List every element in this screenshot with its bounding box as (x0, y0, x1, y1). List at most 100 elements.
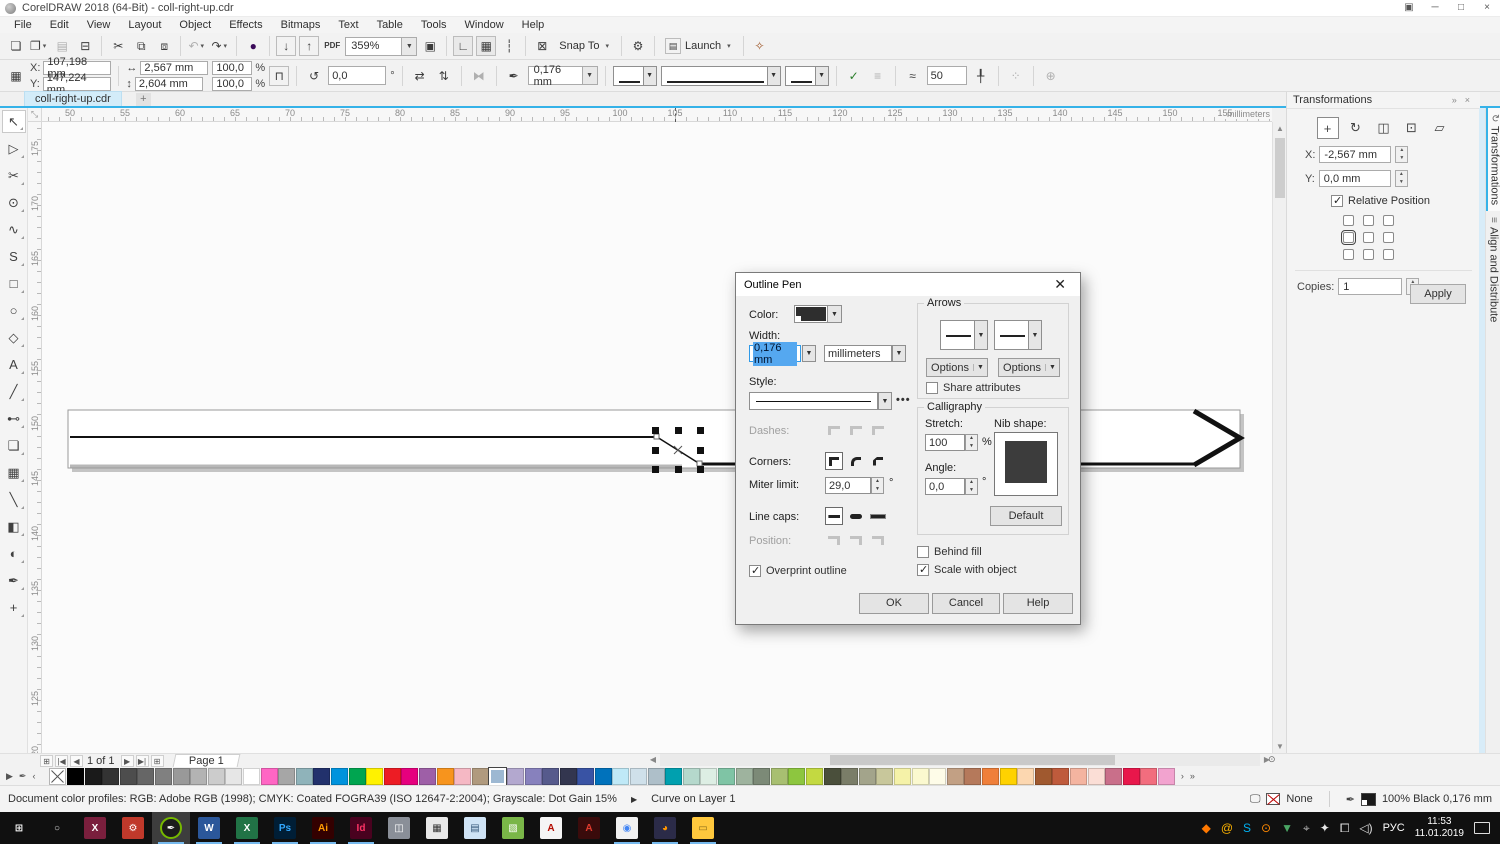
color-swatch[interactable] (806, 768, 823, 785)
scroll-up-button[interactable]: ▲ (1273, 122, 1287, 135)
palette-scroll-right-icon[interactable]: › (1181, 771, 1184, 781)
app-media[interactable]: X (76, 812, 114, 844)
tray-search[interactable]: ⊙ (1261, 821, 1271, 836)
rotation-field[interactable]: 0,0 (328, 66, 386, 85)
share-attributes-checkbox[interactable]: Share attributes (926, 382, 1021, 394)
color-swatch[interactable] (560, 768, 577, 785)
color-swatch[interactable] (788, 768, 805, 785)
scale-x-field[interactable]: 100,0 (212, 61, 252, 75)
dimension-tool[interactable]: ╱ (2, 380, 26, 403)
maximize-button[interactable]: □ (1448, 0, 1474, 16)
color-swatch[interactable] (507, 768, 524, 785)
color-swatch[interactable] (261, 768, 278, 785)
smoothing-field[interactable]: 50 (927, 66, 967, 85)
transform-position-button[interactable]: + (1317, 117, 1339, 139)
app-word[interactable]: W (190, 812, 228, 844)
color-swatch[interactable] (1017, 768, 1034, 785)
show-guidelines-button[interactable]: ┆ (499, 36, 519, 56)
color-swatch[interactable] (454, 768, 471, 785)
dash-option-3[interactable] (869, 421, 887, 439)
color-eyedropper-tool[interactable]: ╲ (2, 488, 26, 511)
color-swatch[interactable] (384, 768, 401, 785)
outline-color-picker[interactable]: ▼ (794, 305, 842, 323)
paste-button[interactable]: ⧈ (154, 36, 174, 56)
stretch-field[interactable]: 100 (925, 434, 965, 451)
launch-dropdown[interactable]: ▤ Launch▾ (661, 38, 737, 54)
zoom-level-combo[interactable]: 359%▼ (345, 37, 417, 56)
app-coreldraw[interactable]: ✒ (152, 812, 190, 844)
zoom-tool[interactable]: ⊙ (2, 191, 26, 214)
color-swatch[interactable] (1035, 768, 1052, 785)
color-swatch[interactable] (120, 768, 137, 785)
outline-pen-tool[interactable]: ✒ (2, 569, 26, 592)
no-color-swatch[interactable] (49, 768, 66, 785)
tray-network[interactable]: ⧠ (1340, 821, 1350, 836)
menu-view[interactable]: View (79, 18, 119, 32)
end-arrowhead-combo[interactable]: ▼ (994, 320, 1042, 350)
tray-defender[interactable]: ▼ (1281, 821, 1293, 836)
mirror-vertical-button[interactable]: ⇅ (434, 66, 454, 86)
vertical-scroll-thumb[interactable] (1275, 138, 1285, 198)
close-curve-button[interactable]: ✓ (844, 66, 864, 86)
outline-pen-status-icon[interactable]: ✒ (1346, 793, 1355, 806)
color-swatch[interactable] (296, 768, 313, 785)
proof-colors-icon[interactable]: 🖵 (1250, 793, 1261, 806)
new-document-button[interactable]: ❏ (6, 36, 26, 56)
docker-collapse-icon[interactable]: » (1448, 95, 1461, 105)
minimize-button[interactable]: ─ (1422, 0, 1448, 16)
tab-align-distribute[interactable]: ≡ Align and Distribute (1486, 211, 1500, 328)
menu-table[interactable]: Table (369, 18, 411, 32)
snap-to-dropdown[interactable]: Snap To▾ (555, 40, 615, 52)
transparency-tool[interactable]: ▦ (2, 461, 26, 484)
show-rulers-button[interactable]: ∟ (453, 36, 473, 56)
color-swatch[interactable] (1052, 768, 1069, 785)
app-excel[interactable]: X (228, 812, 266, 844)
dash-option-1[interactable] (825, 421, 843, 439)
overprint-outline-checkbox[interactable]: Overprint outline (749, 565, 847, 577)
color-swatch[interactable] (700, 768, 717, 785)
horizontal-scrollbar[interactable]: ◀ ▶ (660, 754, 1260, 766)
lock-ratio-button[interactable]: ⊓ (269, 66, 289, 86)
color-swatch[interactable] (964, 768, 981, 785)
help-button[interactable]: Help (1003, 593, 1073, 614)
tray-agent[interactable]: @ (1221, 821, 1233, 836)
color-swatch[interactable] (736, 768, 753, 785)
style-dropdown-icon[interactable]: ▼ (878, 392, 892, 410)
app-acrobat-reader[interactable]: A (570, 812, 608, 844)
docker-y-spinner[interactable]: ▲▼ (1395, 170, 1408, 187)
color-swatch[interactable] (137, 768, 154, 785)
color-swatch[interactable] (243, 768, 260, 785)
palette-options-icon[interactable]: ▶ (6, 771, 13, 782)
tab-transformations[interactable]: ↻ Transformations (1486, 108, 1500, 211)
mirror-horizontal-button[interactable]: ⇄ (410, 66, 430, 86)
transform-skew-button[interactable]: ▱ (1429, 117, 1451, 139)
color-swatch[interactable] (824, 768, 841, 785)
outline-width-combo[interactable]: 0,176 mm▼ (528, 66, 598, 85)
app-settings[interactable]: ⚙ (114, 812, 152, 844)
menu-window[interactable]: Window (457, 18, 512, 32)
color-swatch[interactable] (208, 768, 225, 785)
angle-field[interactable]: 0,0 (925, 478, 965, 495)
color-swatch[interactable] (155, 768, 172, 785)
color-swatch[interactable] (894, 768, 911, 785)
tray-avast[interactable]: ◆ (1202, 821, 1211, 836)
document-navigator-icon[interactable]: ⊙ (1268, 754, 1276, 765)
color-swatch[interactable] (595, 768, 612, 785)
smart-fill-tool[interactable]: ◐ (2, 542, 26, 565)
cap-extended-button[interactable] (869, 507, 887, 525)
cap-round-button[interactable] (847, 507, 865, 525)
app-calculator[interactable]: ▦ (418, 812, 456, 844)
color-swatch[interactable] (278, 768, 295, 785)
app-acrobat[interactable]: A (532, 812, 570, 844)
color-swatch[interactable] (542, 768, 559, 785)
ok-button[interactable]: OK (859, 593, 929, 614)
color-swatch[interactable] (173, 768, 190, 785)
app-editor[interactable]: ▧ (494, 812, 532, 844)
color-swatch[interactable] (1070, 768, 1087, 785)
anchor-bottom-center[interactable] (1363, 249, 1374, 260)
print-button[interactable]: ⊟ (75, 36, 95, 56)
color-swatch[interactable] (366, 768, 383, 785)
color-swatch[interactable] (1158, 768, 1175, 785)
page-tab[interactable]: Page 1 (172, 754, 240, 767)
dialog-title-bar[interactable]: Outline Pen ✕ (736, 273, 1080, 296)
